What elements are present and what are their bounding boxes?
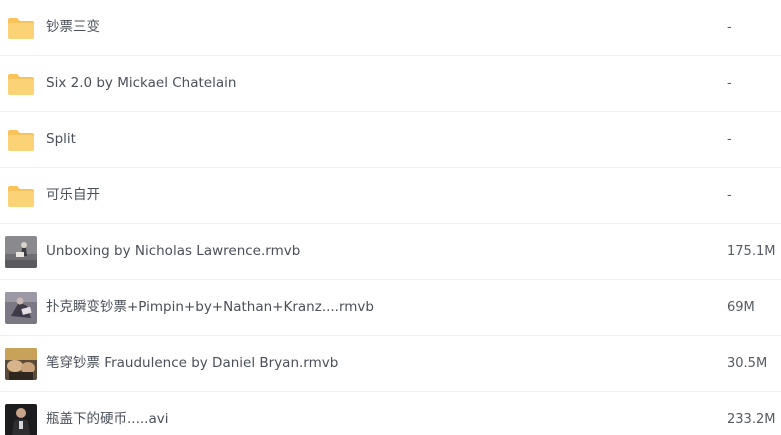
video-thumbnail [5,236,37,268]
file-row-video[interactable]: 扑克瞬变钞票+Pimpin+by+Nathan+Kranz....rmvb 69… [0,280,781,336]
file-name[interactable]: 钞票三变 [46,0,100,55]
file-size: - [727,132,732,147]
file-size: - [727,188,732,203]
video-thumbnail [5,348,37,380]
video-thumbnail [5,292,37,324]
file-name[interactable]: 瓶盖下的硬币.....avi [46,392,168,435]
file-name[interactable]: 笔穿钞票 Fraudulence by Daniel Bryan.rmvb [46,336,338,391]
file-size: 233.2M [727,412,776,427]
folder-icon [5,124,37,156]
file-size: 175.1M [727,244,776,259]
folder-icon [5,68,37,100]
file-name[interactable]: 可乐自开 [46,168,100,223]
file-name[interactable]: Split [46,112,76,167]
file-name[interactable]: 扑克瞬变钞票+Pimpin+by+Nathan+Kranz....rmvb [46,280,374,335]
file-row-folder[interactable]: Six 2.0 by Mickael Chatelain - [0,56,781,112]
video-thumbnail [5,404,37,435]
file-name[interactable]: Unboxing by Nicholas Lawrence.rmvb [46,224,300,279]
file-row-folder[interactable]: 钞票三变 - [0,0,781,56]
folder-icon [5,12,37,44]
file-size: 30.5M [727,356,768,371]
file-row-folder[interactable]: 可乐自开 - [0,168,781,224]
file-list: 钞票三变 - Six 2.0 by Mickael Chatelain - Sp… [0,0,781,435]
file-row-folder[interactable]: Split - [0,112,781,168]
file-row-video[interactable]: 笔穿钞票 Fraudulence by Daniel Bryan.rmvb 30… [0,336,781,392]
file-row-video[interactable]: 瓶盖下的硬币.....avi 233.2M [0,392,781,435]
file-size: - [727,20,732,35]
folder-icon [5,180,37,212]
file-size: 69M [727,300,755,315]
file-name[interactable]: Six 2.0 by Mickael Chatelain [46,56,236,111]
file-row-video[interactable]: Unboxing by Nicholas Lawrence.rmvb 175.1… [0,224,781,280]
file-size: - [727,76,732,91]
